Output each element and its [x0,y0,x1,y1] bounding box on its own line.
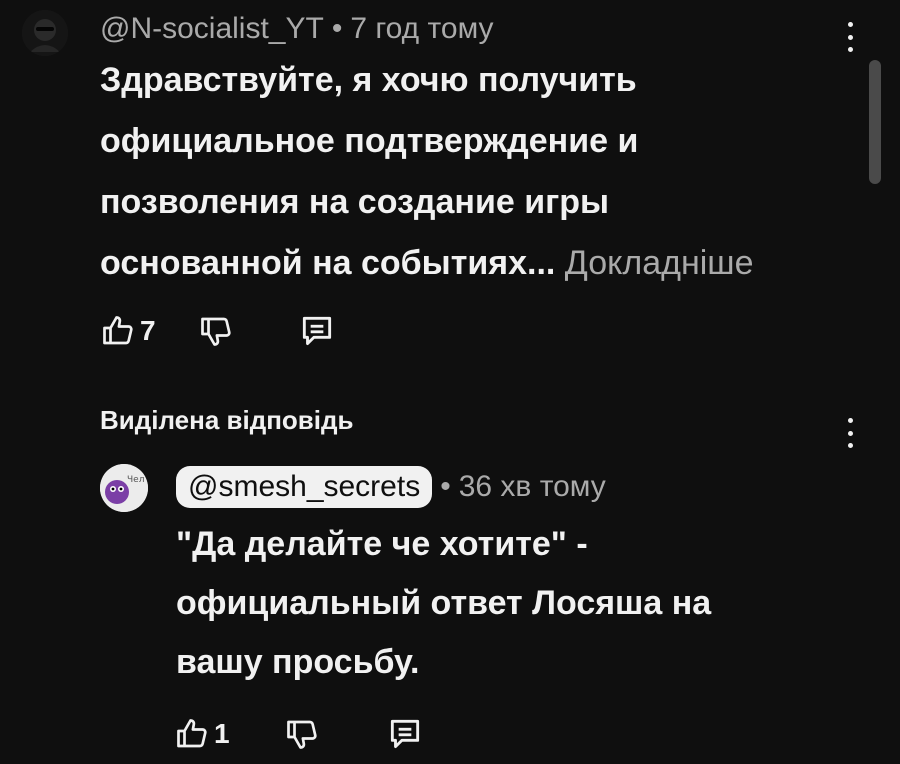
highlighted-reply-label: Виділена відповідь [100,405,354,435]
comment-text: Здравствуйте, я хочю получить официально… [100,50,850,294]
reply-text-line: "Да делайте че хотите" - [176,525,588,563]
comment-text-line: позволения на создание игры [100,183,610,221]
comment-text-line: Здравствуйте, я хочю получить [100,61,637,99]
avatar-text: Чел [127,475,144,485]
comment-text-line: основанной на событиях... [100,244,556,282]
reply-button[interactable] [298,312,336,350]
like-count: 7 [140,315,156,346]
like-icon [103,316,133,345]
comment-author[interactable]: @N-socialist_YT [100,12,324,46]
dislike-icon [200,317,231,346]
reply-icon [302,316,331,346]
reply-time: 36 хв тому [458,470,606,503]
dislike-button[interactable] [198,313,234,349]
reply-author-chip[interactable]: @smesh_secrets [176,466,433,508]
comment-text-line: официальное подтверждение и [100,122,639,160]
meta-separator: • [440,470,451,503]
avatar-icon: Чел [100,464,148,512]
reply-button[interactable] [386,715,424,753]
avatar-icon [22,10,68,56]
like-button[interactable]: 7 [100,313,156,349]
comment-meta: @N-socialist_YT • 7 год тому [100,12,494,46]
comment-time: 7 год тому [350,12,494,45]
comment-text-line-last: основанной на событиях... Докладніше [100,233,850,294]
more-vert-icon[interactable] [840,22,860,52]
read-more-link[interactable]: Докладніше [565,244,754,282]
like-button[interactable]: 1 [174,716,230,752]
reply-actions: 1 [174,715,424,753]
scrollbar[interactable] [869,60,881,184]
reply-meta: @smesh_secrets • 36 хв тому [176,466,606,508]
avatar[interactable] [22,10,68,56]
reply-text-line: официальный ответ Лосяша на [176,584,712,622]
reply-text: "Да делайте че хотите" - официальный отв… [176,515,856,692]
more-vert-icon[interactable] [840,418,860,448]
reply-text-line: вашу просьбу. [176,643,420,681]
like-icon [177,719,207,748]
reply-icon [390,719,419,749]
like-count: 1 [214,718,230,749]
dislike-button[interactable] [284,716,320,752]
meta-separator: • [331,12,343,45]
comment-actions: 7 [100,312,336,350]
dislike-icon [286,720,317,749]
reply-avatar[interactable]: Чел [100,464,148,512]
